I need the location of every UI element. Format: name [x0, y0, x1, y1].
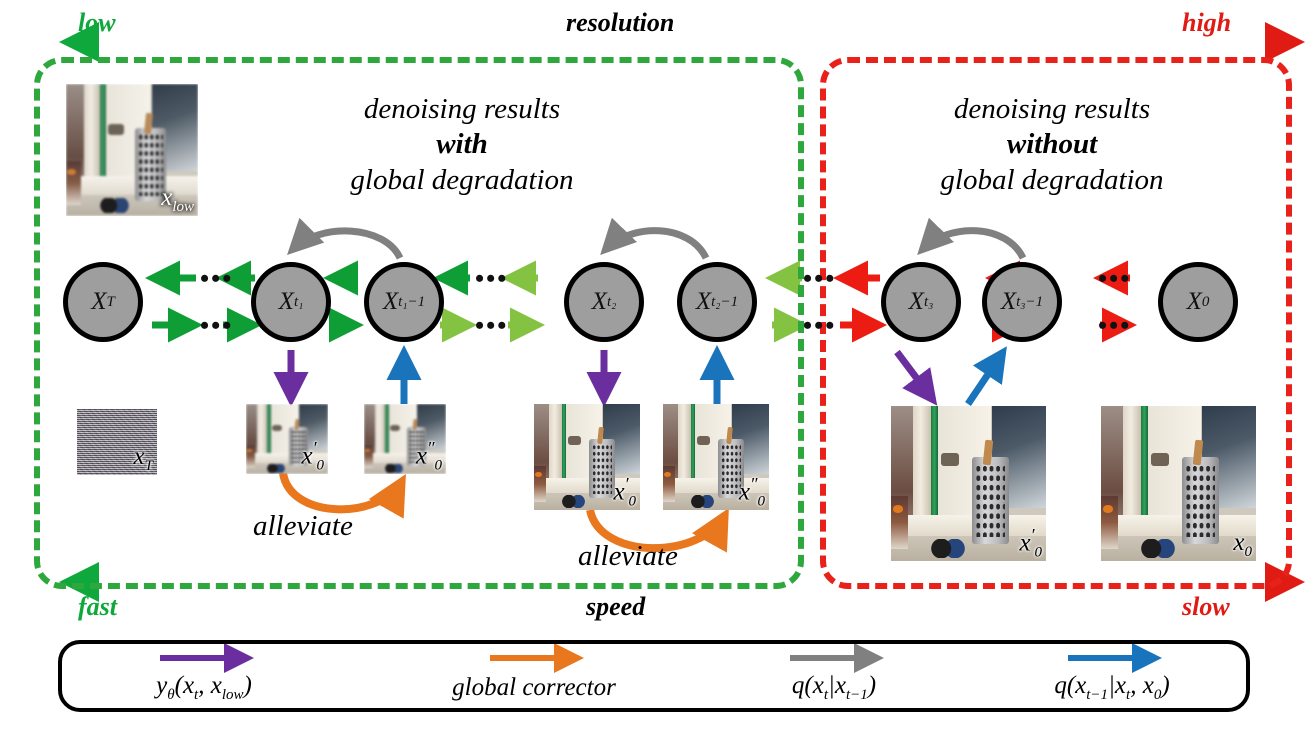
x-low-sub: low [172, 199, 194, 215]
node-xt2m1[interactable]: Xt₂−1 [677, 262, 757, 342]
x0p-a-sub: 0 [316, 457, 325, 473]
thumbnail-x0-final-label: x0 [1233, 529, 1252, 561]
x0p-c-sub: 0 [1034, 544, 1043, 560]
x0p-a-prime: ′ [312, 437, 317, 458]
thumbnail-x0-dprime-b: x″0 [663, 404, 769, 510]
x0pp-a-prime: ″ [427, 437, 435, 458]
x-low-base: x [161, 184, 173, 211]
node-x0-sub: 0 [1201, 293, 1210, 310]
resolution-axis-high-label: high [1182, 8, 1232, 37]
x0p-b-sub: 0 [628, 493, 637, 509]
legend-label-posterior-process: q(xt−1|xt, x0) [1054, 672, 1170, 703]
ellipsis-upper-3: ••• [803, 264, 837, 293]
x0p-c-base: x [1019, 529, 1031, 556]
x0pp-b-base: x [738, 478, 750, 505]
thumbnail-x0-prime-b: x′0 [534, 404, 640, 510]
resolution-axis-title: resolution [566, 8, 675, 37]
thumbnail-x0-prime-a-label: x′0 [301, 438, 324, 474]
node-xT[interactable]: XT [63, 262, 143, 342]
x0p-b-prime: ′ [624, 473, 629, 494]
thumbnail-x-low-label: xlow [161, 184, 194, 216]
node-xt2-sub: t₂ [606, 293, 617, 310]
node-xt1m1[interactable]: Xt₁−1 [364, 262, 444, 342]
alleviate-label-1: alleviate [253, 510, 353, 542]
ellipsis-upper-1: ••• [200, 264, 234, 293]
x-T-base: x [133, 443, 145, 470]
thumbnail-x0-dprime-a-label: x″0 [416, 438, 442, 474]
thumbnail-x0-prime-c-label: x′0 [1019, 525, 1042, 561]
node-xt2m1-label: X [695, 288, 712, 315]
x0p-c-prime: ′ [1030, 524, 1035, 545]
node-xt2-label: X [591, 288, 607, 315]
x0pp-b-sub: 0 [757, 493, 766, 509]
node-xt3[interactable]: Xt₃ [881, 262, 961, 342]
legend-item-forward-process[interactable]: q(xt|xt−1) [709, 640, 959, 712]
node-xt3m1-label: X [1000, 288, 1017, 315]
alleviate-label-2: alleviate [578, 540, 678, 572]
ellipsis-lower-4: ••• [1098, 311, 1132, 340]
node-xt1m1-sub: t₁−1 [398, 293, 426, 310]
x0pp-a-sub: 0 [434, 457, 443, 473]
x0-final-sub: 0 [1244, 544, 1253, 560]
node-xt3-sub: t₃ [923, 293, 934, 310]
legend-label-global-corrector: global corrector [452, 674, 616, 701]
thumbnail-x0-prime-c: x′0 [891, 406, 1046, 561]
left-caption-line1: denoising results [363, 93, 561, 125]
node-x0[interactable]: X0 [1158, 262, 1238, 342]
ellipsis-lower-3: ••• [803, 311, 837, 340]
thumbnail-x-low: xlow [66, 84, 198, 216]
legend-label-model-predictor: yθ(xt, xlow) [156, 672, 252, 703]
right-caption-line1: denoising results [953, 93, 1151, 125]
thumbnail-x-T: xT [77, 409, 157, 475]
x0p-a-base: x [301, 442, 313, 469]
thumbnail-x0-final: x0 [1101, 406, 1256, 561]
node-xt3-label: X [908, 288, 924, 315]
x0pp-b-prime: ″ [750, 473, 758, 494]
ellipsis-lower-1: ••• [200, 311, 234, 340]
node-xT-sub: T [106, 293, 115, 310]
thumbnail-x-T-label: xT [134, 443, 153, 475]
speed-axis-title: speed [586, 592, 646, 621]
left-region-caption: denoising results with global degradatio… [252, 92, 672, 198]
node-xt3m1[interactable]: Xt₃−1 [982, 262, 1062, 342]
right-region-caption: denoising results without global degrada… [842, 92, 1262, 198]
left-caption-line3: global degradation [350, 163, 574, 196]
thumbnail-x0-prime-b-label: x′0 [613, 474, 636, 510]
ellipsis-lower-2: ••• [475, 311, 509, 340]
x0p-b-base: x [613, 478, 625, 505]
speed-axis-fast-label: fast [78, 592, 117, 621]
ellipsis-upper-2: ••• [475, 264, 509, 293]
legend-item-global-corrector[interactable]: global corrector [409, 640, 659, 712]
node-xt2[interactable]: Xt₂ [564, 262, 644, 342]
x0pp-a-base: x [415, 442, 427, 469]
speed-axis-slow-label: slow [1182, 592, 1230, 621]
resolution-axis-low-label: low [78, 8, 116, 37]
node-xt1[interactable]: Xt₁ [251, 262, 331, 342]
legend-item-posterior-process[interactable]: q(xt−1|xt, x0) [987, 640, 1237, 712]
thumbnail-x0-dprime-a: x″0 [364, 404, 446, 474]
legend-label-forward-process: q(xt|xt−1) [791, 672, 877, 703]
thumbnail-x0-dprime-b-label: x″0 [739, 474, 765, 510]
node-xt1-label: X [278, 288, 294, 315]
node-x0-label: X [1186, 288, 1202, 315]
right-caption-line3: global degradation [940, 163, 1164, 196]
node-xT-label: X [91, 288, 107, 315]
left-caption-emphasis: with [436, 128, 488, 161]
right-caption-emphasis: without [1006, 128, 1098, 161]
thumbnail-x0-prime-a: x′0 [246, 404, 328, 474]
node-xt1m1-label: X [382, 288, 399, 315]
node-xt3m1-sub: t₃−1 [1016, 293, 1044, 310]
ellipsis-upper-4: ••• [1098, 264, 1132, 293]
x-T-sub: T [144, 458, 153, 474]
node-xt2m1-sub: t₂−1 [711, 293, 739, 310]
node-xt1-sub: t₁ [293, 293, 304, 310]
x0-final-base: x [1233, 529, 1245, 556]
legend-item-model-predictor[interactable]: yθ(xt, xlow) [79, 640, 329, 712]
